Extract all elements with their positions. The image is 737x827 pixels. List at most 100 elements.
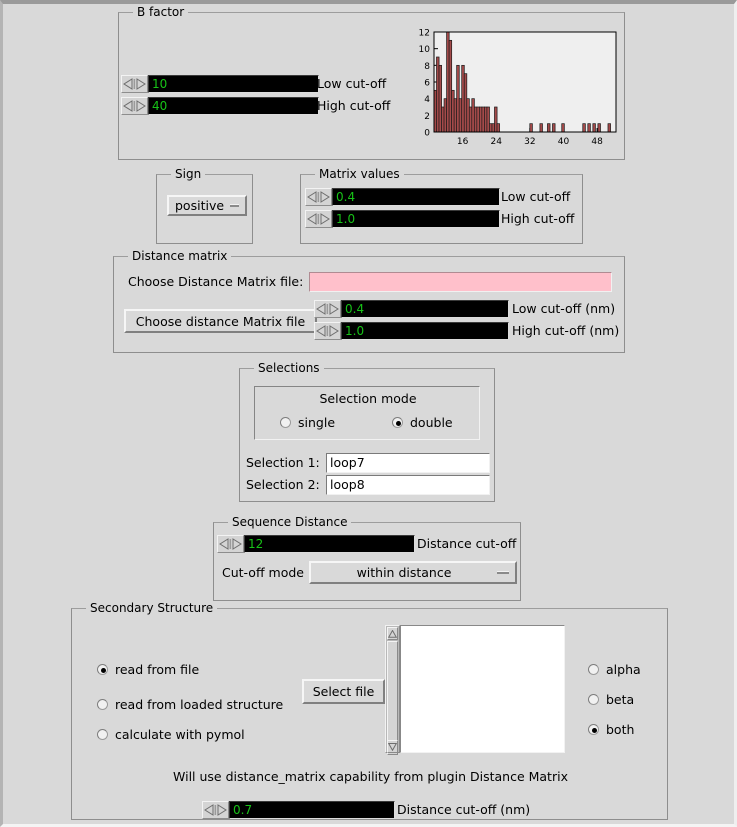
group-title-secondary-structure: Secondary Structure [86,601,218,615]
group-title-distance-matrix: Distance matrix [128,249,232,263]
ss-source-label-0: read from file [115,662,200,677]
group-selections: Selections Selection mode single double … [239,361,495,502]
scroll-thumb[interactable] [387,641,398,755]
bfactor-high-spinner[interactable]: 40 [121,97,319,115]
ss-type-radio-beta[interactable]: beta [588,692,634,707]
distance-matrix-low-spinner[interactable]: 0.4 [314,300,509,318]
group-secondary-structure: Secondary Structure read from file read … [71,601,668,820]
group-title-sequence-distance: Sequence Distance [228,515,352,529]
ss-cutoff-label: Distance cut-off (nm) [397,802,531,817]
dropdown-indicator-icon [230,204,239,207]
spinner-arrows-icon[interactable] [202,801,229,819]
ss-type-label-1: beta [606,692,635,707]
ss-source-label-2: calculate with pymol [115,727,245,742]
group-title-sign: Sign [171,167,206,181]
svg-text:40: 40 [558,137,570,147]
sequence-distance-cutoff-spinner[interactable]: 12 [217,535,415,553]
ss-cutoff-value[interactable]: 0.7 [229,801,395,819]
radio-indicator-icon [588,694,599,705]
svg-text:32: 32 [524,137,535,147]
selection-mode-panel: Selection mode single double [254,386,480,440]
svg-text:10: 10 [419,45,431,55]
group-sign: Sign positive [156,167,253,244]
matrix-high-label: High cut-off [501,211,575,226]
cutoff-mode-value: within distance [356,565,452,580]
ss-type-radio-alpha[interactable]: alpha [588,662,641,677]
matrix-high-value[interactable]: 1.0 [332,210,500,228]
radio-indicator-icon [588,664,599,675]
bfactor-histogram: 0 2 4 6 8 10 12 16 24 32 40 48 [409,26,619,154]
ss-source-radio-read-from-loaded-structure[interactable]: read from loaded structure [97,697,283,712]
svg-text:48: 48 [591,137,603,147]
selection-mode-double-label: double [410,415,453,430]
group-distance-matrix: Distance matrix Choose Distance Matrix f… [113,249,625,353]
cutoff-mode-option-menu[interactable]: within distance [309,561,517,584]
bfactor-high-label: High cut-off [317,98,391,113]
selection2-input[interactable]: loop8 [326,475,490,495]
radio-indicator-icon [97,729,108,740]
matrix-low-label: Low cut-off [501,189,571,204]
svg-text:12: 12 [419,29,430,39]
sign-option-menu[interactable]: positive [167,195,247,216]
scroll-up-arrow-icon[interactable] [387,627,398,640]
ss-source-radio-read-from-file[interactable]: read from file [97,662,199,677]
radio-indicator-icon [588,724,599,735]
ss-cutoff-spinner[interactable]: 0.7 [202,801,395,819]
radio-indicator-icon [280,417,291,428]
group-b-factor: B factor 10 Low cut-off 40 High cut-off … [118,5,625,160]
cutoff-mode-label: Cut-off mode [222,565,304,580]
selection2-label: Selection 2: [246,477,320,492]
ss-source-radio-calculate-with-pymol[interactable]: calculate with pymol [97,727,245,742]
distance-matrix-high-spinner[interactable]: 1.0 [314,322,509,340]
group-sequence-distance: Sequence Distance 12 Distance cut-off Cu… [213,515,521,601]
ss-listbox[interactable] [400,625,565,753]
ss-capability-note: Will use distance_matrix capability from… [173,769,568,784]
bfactor-low-label: Low cut-off [317,76,387,91]
selection1-label: Selection 1: [246,455,320,470]
distance-matrix-high-value[interactable]: 1.0 [341,322,509,340]
svg-text:16: 16 [457,137,469,147]
distance-matrix-low-value[interactable]: 0.4 [341,300,509,318]
sequence-distance-cutoff-value[interactable]: 12 [244,535,415,553]
matrix-high-spinner[interactable]: 1.0 [305,210,500,228]
radio-indicator-icon [97,699,108,710]
spinner-arrows-icon[interactable] [305,210,332,228]
radio-indicator-icon [392,417,403,428]
spinner-arrows-icon[interactable] [305,188,332,206]
group-matrix-values: Matrix values 0.4 Low cut-off 1.0 High c… [300,167,583,244]
spinner-arrows-icon[interactable] [314,322,341,340]
selection-mode-radio-single[interactable]: single [280,415,335,430]
group-title-selections: Selections [254,361,324,375]
dropdown-indicator-icon [497,571,509,574]
choose-distance-matrix-file-button[interactable]: Choose distance Matrix file [124,309,317,333]
distance-matrix-low-label: Low cut-off (nm) [512,301,616,316]
svg-text:4: 4 [424,95,430,105]
ss-type-label-2: both [606,722,635,737]
spinner-arrows-icon[interactable] [121,75,148,93]
svg-text:2: 2 [424,112,430,122]
spinner-arrows-icon[interactable] [217,535,244,553]
bfactor-low-value[interactable]: 10 [148,75,319,93]
group-title-matrix-values: Matrix values [315,167,404,181]
selection-mode-single-label: single [298,415,336,430]
selection1-input[interactable]: loop7 [326,453,490,473]
matrix-low-value[interactable]: 0.4 [332,188,500,206]
radio-indicator-icon [97,664,108,675]
distance-matrix-file-input[interactable] [309,272,612,292]
ss-listbox-scrollbar[interactable] [385,625,400,755]
bfactor-low-spinner[interactable]: 10 [121,75,319,93]
svg-text:0: 0 [424,129,430,139]
sequence-distance-cutoff-label: Distance cut-off [417,536,517,551]
distance-matrix-high-label: High cut-off (nm) [512,323,620,338]
ss-type-radio-both[interactable]: both [588,722,634,737]
spinner-arrows-icon[interactable] [121,97,148,115]
spinner-arrows-icon[interactable] [314,300,341,318]
select-file-button[interactable]: Select file [302,679,385,704]
svg-text:24: 24 [490,137,502,147]
scroll-down-arrow-icon[interactable] [387,740,398,753]
bfactor-high-value[interactable]: 40 [148,97,319,115]
matrix-low-spinner[interactable]: 0.4 [305,188,500,206]
ss-type-label-0: alpha [606,662,641,677]
selection-mode-radio-double[interactable]: double [392,415,453,430]
bfactor-histogram-svg: 02468101216 24 32 40 48 [419,29,617,147]
